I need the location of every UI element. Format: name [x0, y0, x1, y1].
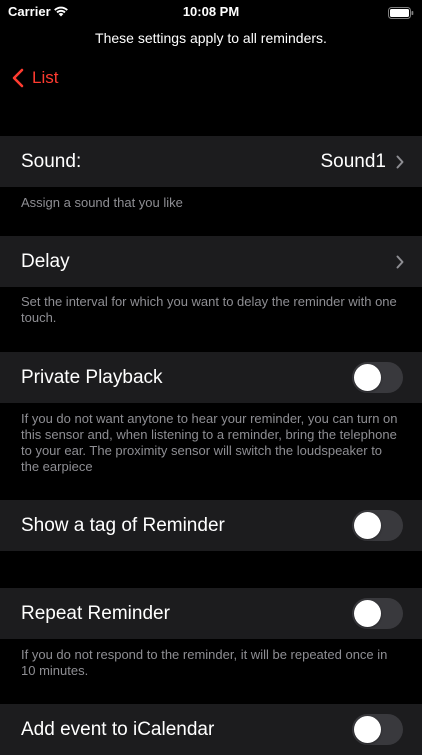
clock: 10:08 PM: [182, 4, 240, 19]
repeat-reminder-row: Repeat Reminder: [0, 588, 422, 639]
delay-footer: Set the interval for which you want to d…: [21, 294, 397, 325]
show-tag-toggle[interactable]: [352, 510, 403, 541]
battery-icon: [388, 6, 414, 24]
sound-row[interactable]: Sound: Sound1: [0, 136, 422, 187]
sound-value: Sound1: [320, 150, 386, 172]
delay-label: Delay: [21, 250, 70, 272]
toggle-knob: [354, 364, 381, 391]
chevron-right-icon: [396, 255, 404, 268]
icalendar-row: Add event to iCalendar: [0, 704, 422, 755]
repeat-reminder-label: Repeat Reminder: [21, 602, 170, 624]
status-bar: Carrier 10:08 PM: [0, 0, 422, 24]
toggle-knob: [354, 600, 381, 627]
toggle-knob: [354, 716, 381, 743]
private-playback-label: Private Playback: [21, 366, 163, 388]
private-playback-row: Private Playback: [0, 352, 422, 403]
back-button-label: List: [32, 68, 59, 87]
show-tag-label: Show a tag of Reminder: [21, 514, 225, 536]
repeat-reminder-footer: If you do not respond to the reminder, i…: [21, 647, 388, 678]
private-playback-toggle[interactable]: [352, 362, 403, 393]
header-note: These settings apply to all reminders.: [95, 30, 327, 46]
chevron-right-icon: [396, 155, 404, 168]
repeat-reminder-toggle[interactable]: [352, 598, 403, 629]
back-button[interactable]: List: [12, 66, 58, 90]
icalendar-label: Add event to iCalendar: [21, 718, 215, 740]
chevron-left-icon: [12, 68, 24, 88]
sound-label: Sound:: [21, 150, 82, 172]
icalendar-toggle[interactable]: [352, 714, 403, 745]
delay-row[interactable]: Delay: [0, 236, 422, 287]
toggle-knob: [354, 512, 381, 539]
sound-footer: Assign a sound that you like: [21, 195, 183, 210]
private-playback-footer: If you do not want anytone to hear your …: [21, 411, 398, 474]
show-tag-row: Show a tag of Reminder: [0, 500, 422, 551]
